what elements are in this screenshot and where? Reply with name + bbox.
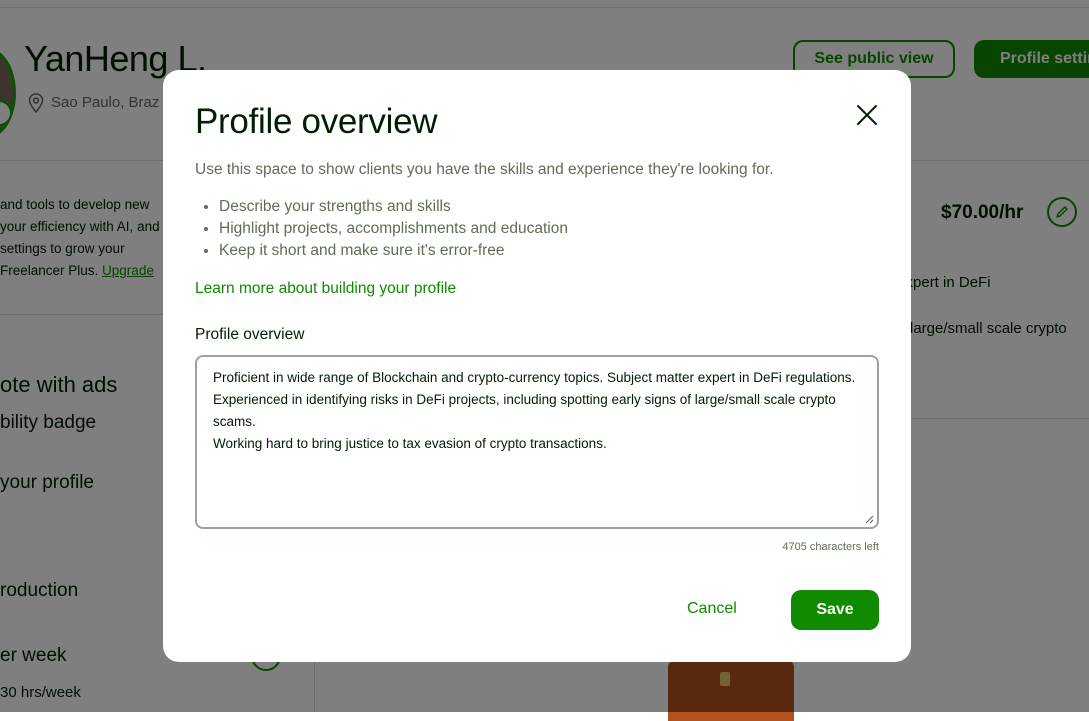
profile-overview-modal: Profile overview Use this space to show …	[163, 70, 911, 662]
close-icon[interactable]	[853, 101, 881, 129]
resize-grip-icon[interactable]	[862, 512, 874, 524]
cancel-button[interactable]: Cancel	[687, 600, 737, 618]
list-item: Highlight projects, accomplishments and …	[219, 218, 568, 240]
save-button[interactable]: Save	[791, 590, 879, 630]
tips-list: Describe your strengths and skills Highl…	[195, 196, 568, 262]
profile-overview-textarea[interactable]	[195, 355, 879, 529]
learn-more-link[interactable]: Learn more about building your profile	[195, 280, 456, 298]
list-item: Describe your strengths and skills	[219, 196, 568, 218]
list-item: Keep it short and make sure it's error-f…	[219, 240, 568, 262]
profile-overview-label: Profile overview	[195, 326, 305, 343]
modal-description: Use this space to show clients you have …	[195, 161, 774, 178]
modal-title: Profile overview	[195, 102, 438, 141]
characters-left-counter: 4705 characters left	[782, 541, 879, 553]
